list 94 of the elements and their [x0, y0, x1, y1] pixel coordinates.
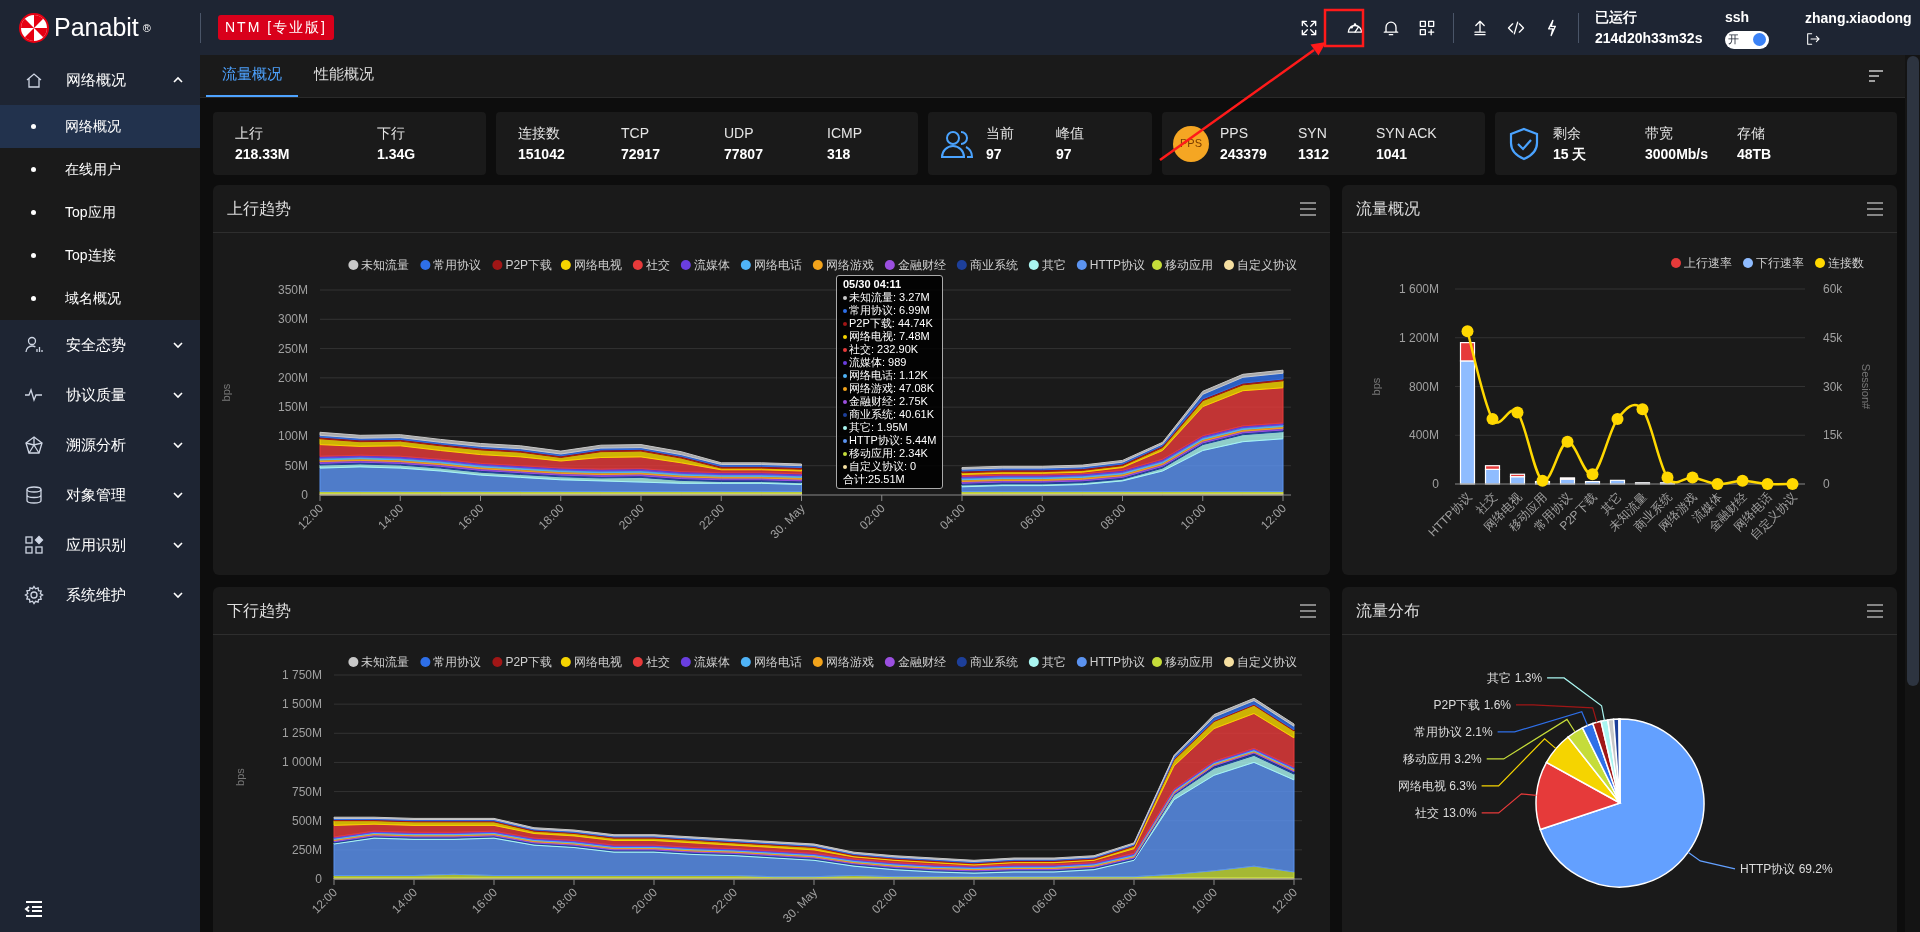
axis-label: 800M — [1408, 379, 1439, 394]
axis-label: 30. May — [767, 501, 808, 542]
stat-label: 峰值 — [1056, 123, 1085, 143]
tooltip-text: 网络电话: 1.12K — [849, 369, 928, 382]
ssh-label: ssh — [1725, 7, 1751, 27]
axis-label: 200M — [277, 370, 308, 385]
slice-label: P2P下载 1.6% — [1433, 697, 1511, 712]
slice-label: HTTP协议 69.2% — [1740, 861, 1833, 876]
axis-label: 50M — [284, 458, 308, 473]
axis-title: bps — [234, 768, 246, 786]
axis-title: Session# — [1860, 363, 1872, 410]
stat-label: ICMP — [827, 123, 863, 143]
slice-label: 其它 1.3% — [1487, 670, 1543, 685]
tooltip-title: 05/30 04:11 — [843, 278, 902, 291]
stat-label: 下行 — [377, 123, 406, 143]
axis-label: 60k — [1823, 282, 1843, 296]
axis-title: bps — [1370, 377, 1382, 396]
slice-label: 网络电视 6.3% — [1397, 778, 1477, 793]
stat-label: 上行 — [235, 123, 264, 143]
stat-label: 存储 — [1737, 123, 1766, 143]
slice-label: 常用协议 2.1% — [1413, 724, 1493, 739]
axis-title: bps — [220, 383, 232, 402]
slice-label: 社交 13.0% — [1415, 805, 1477, 820]
stat-value: 97 — [1056, 144, 1073, 164]
stat-value: 1312 — [1298, 144, 1331, 164]
axis-label: 250M — [291, 842, 322, 857]
stat-value: 72917 — [621, 144, 661, 164]
stat-value: 218.33M — [235, 144, 291, 164]
axis-label: 0 — [1823, 477, 1830, 491]
axis-label: 150M — [277, 400, 308, 415]
axis-label: 1 200M — [1398, 330, 1439, 345]
axis-label: 1 600M — [1398, 282, 1439, 296]
axis-label: 300M — [277, 312, 308, 327]
axis-label: 1 750M — [281, 668, 322, 682]
stat-label: TCP — [621, 123, 650, 143]
stat-value: 1041 — [1376, 144, 1409, 164]
tooltip-text: P2P下载: 44.74K — [849, 317, 933, 330]
tooltip-text: 自定义协议: 0 — [849, 460, 917, 473]
card-title: 流量分布 — [1356, 600, 1420, 621]
stat-value: 97 — [986, 144, 1003, 164]
stat-label: 剩余 — [1553, 123, 1582, 143]
stat-value: 1.34G — [377, 144, 417, 164]
stat-label: PPS — [1220, 123, 1249, 143]
card-title: 上行趋势 — [227, 198, 291, 219]
tooltip-text: 金融财经: 2.75K — [849, 395, 928, 408]
axis-label: 15k — [1823, 428, 1843, 443]
stat-value: 243379 — [1220, 144, 1268, 164]
axis-label: 30k — [1823, 379, 1843, 394]
stat-label: SYN — [1298, 123, 1328, 143]
axis-label: 0 — [301, 488, 308, 502]
tooltip-text: 社交: 232.90K — [849, 343, 919, 356]
registered-mark: ® — [142, 20, 151, 36]
stat-value: 318 — [827, 144, 852, 164]
stat-value: 151042 — [518, 144, 566, 164]
axis-label: 1 500M — [281, 697, 322, 712]
tooltip-text: HTTP协议: 5.44M — [849, 434, 937, 447]
axis-label: 400M — [1408, 428, 1439, 443]
axis-label: 1 250M — [281, 726, 322, 741]
axis-label: 500M — [291, 813, 322, 828]
axis-label: 30. May — [780, 885, 821, 926]
axis-label: 0 — [315, 872, 322, 886]
brand-name: Panabit — [54, 15, 139, 40]
card-title: 流量概况 — [1356, 198, 1420, 219]
stat-label: 当前 — [986, 123, 1015, 143]
uptime-label: 已运行 — [1595, 7, 1638, 27]
axis-label: 0 — [1432, 477, 1439, 491]
stat-value: 15 天 — [1553, 144, 1588, 164]
tooltip-text: 未知流量: 3.27M — [849, 291, 930, 304]
tooltip-text: 商业系统: 40.61K — [849, 408, 934, 421]
card-title: 下行趋势 — [227, 600, 291, 621]
edition-badge: NTM [专业版] — [218, 15, 334, 40]
user-name: zhang.xiaodong — [1805, 9, 1913, 28]
slice-label: 移动应用 3.2% — [1403, 751, 1482, 766]
stat-label: SYN ACK — [1376, 123, 1438, 143]
axis-label: 100M — [277, 429, 308, 444]
tooltip-text: 网络游戏: 47.08K — [849, 382, 934, 395]
tooltip-text: 移动应用: 2.34K — [849, 447, 928, 460]
stat-label: 带宽 — [1645, 123, 1674, 143]
axis-label: 250M — [277, 341, 308, 356]
stat-label: UDP — [724, 123, 755, 143]
stat-value: 48TB — [1737, 144, 1773, 164]
stat-value: 77807 — [724, 144, 764, 164]
stat-label: 连接数 — [518, 123, 561, 143]
axis-label: 350M — [277, 283, 308, 297]
tooltip-text: 网络电视: 7.48M — [849, 330, 930, 343]
tooltip-text: 其它: 1.95M — [849, 421, 908, 434]
stat-value: 3000Mb/s — [1645, 144, 1710, 164]
uptime-value: 214d20h33m32s — [1595, 28, 1704, 48]
axis-label: 45k — [1823, 330, 1843, 345]
tooltip-text: 流媒体: 989 — [849, 356, 907, 369]
tooltip-text: 常用协议: 6.99M — [849, 304, 930, 317]
axis-label: 750M — [291, 784, 322, 799]
axis-label: 1 000M — [281, 755, 322, 770]
tooltip-total: 合计:25.51M — [843, 473, 905, 486]
